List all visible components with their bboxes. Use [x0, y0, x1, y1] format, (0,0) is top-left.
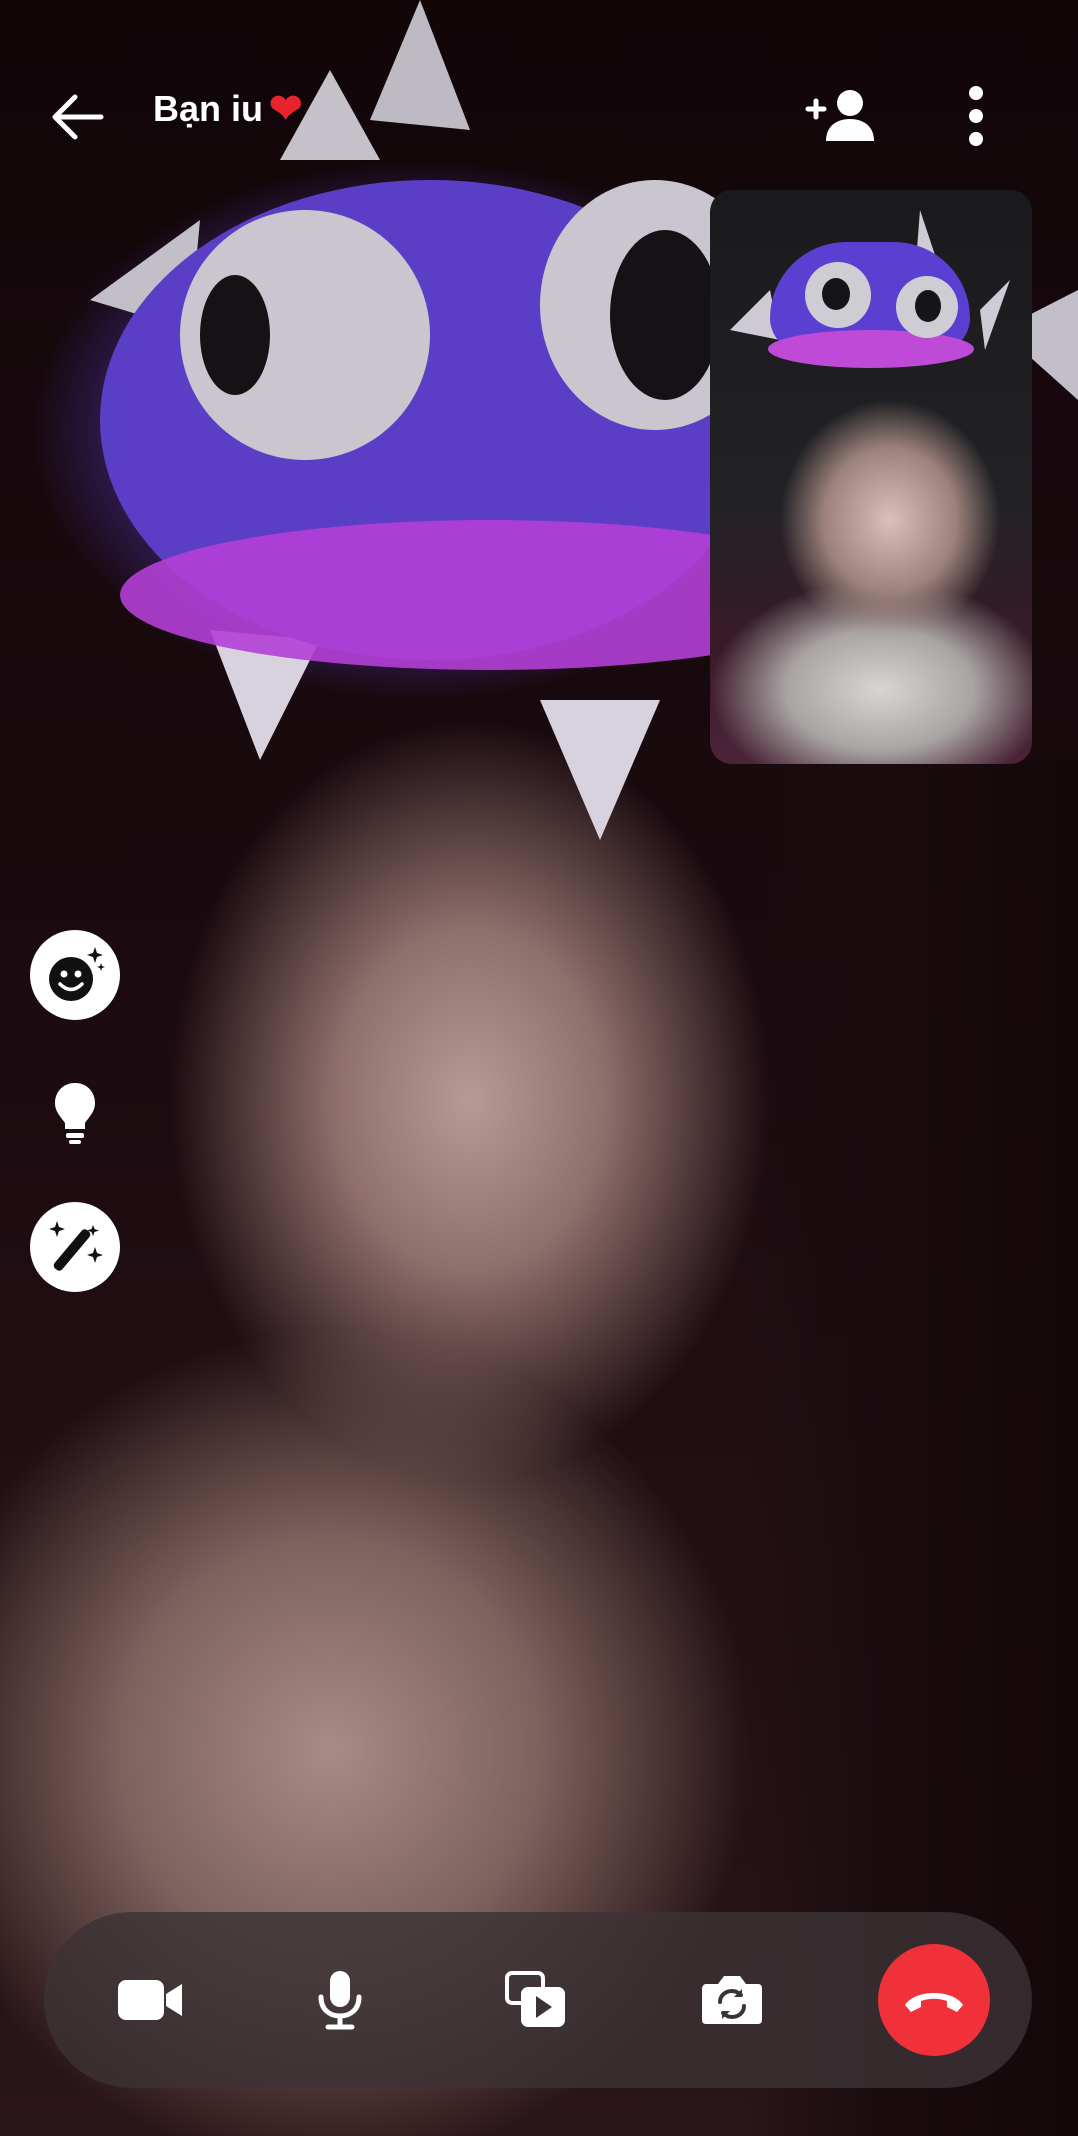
video-camera-icon [118, 1980, 182, 2020]
hat-pupil-right [610, 230, 720, 400]
magic-wand-icon [49, 1221, 103, 1271]
more-vertical-icon [969, 86, 983, 146]
share-media-button[interactable] [486, 1950, 586, 2050]
face-sparkle-icon [49, 947, 105, 1001]
heart-icon: ❤ [269, 87, 303, 131]
self-hat-pupil-left [822, 278, 850, 310]
add-person-button[interactable] [800, 80, 880, 150]
self-hat-brim [768, 330, 974, 368]
share-media-icon [505, 1971, 565, 2027]
flip-camera-button[interactable] [682, 1950, 782, 2050]
effects-button[interactable] [30, 930, 120, 1020]
contact-name-text: Bạn iu [153, 88, 264, 129]
back-button[interactable] [42, 82, 112, 152]
microphone-icon [318, 1971, 362, 2030]
call-controls [44, 1912, 1032, 2088]
self-hat-pupil-right [915, 290, 941, 322]
mute-button[interactable] [290, 1950, 390, 2050]
lightbulb-icon [55, 1083, 95, 1144]
hat-pupil-left [200, 275, 270, 395]
flip-camera-icon [702, 1976, 762, 2024]
self-view-video[interactable] [710, 190, 1032, 764]
lighting-button[interactable] [30, 1068, 120, 1158]
more-options-button[interactable] [955, 78, 997, 154]
end-call-icon [905, 1993, 963, 2012]
arrow-left-icon [52, 94, 104, 140]
add-person-icon [805, 90, 874, 141]
video-toggle-button[interactable] [100, 1950, 200, 2050]
contact-name: Bạn iu ❤ [153, 88, 303, 130]
call-header: Bạn iu ❤ [0, 60, 1078, 160]
end-call-button[interactable] [878, 1944, 990, 2056]
magic-effects-button[interactable] [30, 1202, 120, 1292]
